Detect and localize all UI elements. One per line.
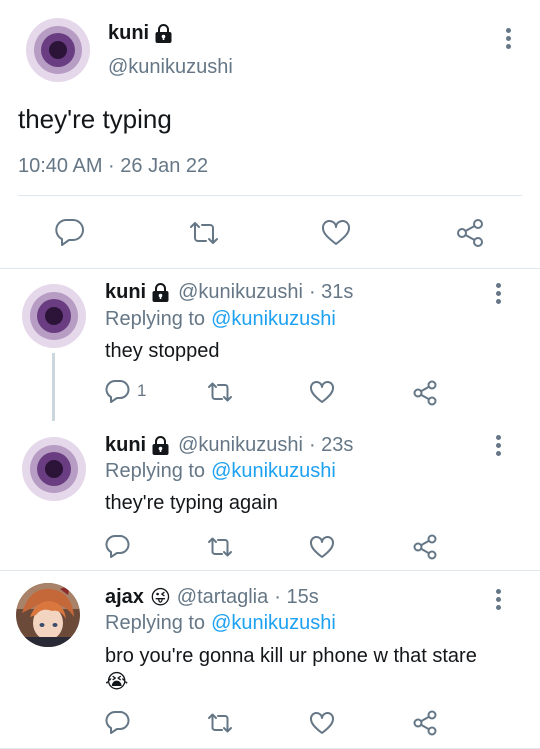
replying-to-label: Replying to bbox=[105, 460, 206, 482]
reply-tweet[interactable]: kuni @kunikuzushi · 23s Replying to @kun… bbox=[0, 421, 540, 570]
share-icon[interactable] bbox=[412, 380, 438, 406]
tweet-text: they're typing bbox=[18, 104, 172, 134]
avatar[interactable] bbox=[26, 18, 90, 82]
main-tweet: kuni @kunikuzushi they're typing 10:40 A… bbox=[0, 0, 540, 268]
reply-tweet[interactable]: kuni @kunikuzushi · 31s Replying to @kun… bbox=[0, 269, 540, 421]
relative-time: · 15s bbox=[274, 586, 319, 608]
reply-icon[interactable] bbox=[105, 534, 131, 558]
replying-to-label: Replying to bbox=[105, 308, 206, 330]
display-name[interactable]: kuni bbox=[105, 434, 146, 457]
tweet-text: bro you're gonna kill ur phone w that st… bbox=[105, 645, 477, 667]
reply-icon[interactable] bbox=[105, 379, 131, 403]
like-icon[interactable] bbox=[309, 380, 335, 404]
retweet-icon[interactable] bbox=[188, 220, 220, 246]
reply-icon[interactable] bbox=[55, 218, 85, 246]
relative-time: · 23s bbox=[308, 434, 354, 456]
relative-time: · 31s bbox=[308, 281, 354, 303]
display-name[interactable]: kuni bbox=[105, 281, 146, 304]
lock-icon bbox=[152, 435, 169, 455]
share-icon[interactable] bbox=[412, 534, 438, 560]
timestamp[interactable]: 10:40 AM · 26 Jan 22 bbox=[18, 155, 208, 178]
handle[interactable]: @kunikuzushi bbox=[178, 281, 303, 304]
reply-count: 1 bbox=[137, 381, 147, 400]
replying-to-label: Replying to bbox=[105, 612, 206, 634]
thread-line bbox=[52, 353, 55, 421]
text-emoji: 😭 bbox=[105, 671, 129, 693]
tweet-text: they stopped bbox=[105, 340, 220, 362]
replying-to-link[interactable]: @kunikuzushi bbox=[211, 612, 336, 635]
lock-icon bbox=[155, 23, 172, 43]
avatar[interactable] bbox=[22, 284, 86, 348]
divider bbox=[18, 195, 522, 196]
handle[interactable]: @kunikuzushi bbox=[178, 434, 303, 457]
retweet-icon[interactable] bbox=[206, 536, 234, 558]
retweet-icon[interactable] bbox=[206, 712, 234, 734]
share-icon[interactable] bbox=[455, 218, 485, 248]
like-icon[interactable] bbox=[309, 711, 335, 735]
replying-to-link[interactable]: @kunikuzushi bbox=[211, 308, 336, 331]
replying-to-link[interactable]: @kunikuzushi bbox=[211, 460, 336, 483]
more-options-icon[interactable] bbox=[506, 28, 512, 52]
more-options-icon[interactable] bbox=[496, 435, 502, 459]
reply-tweet[interactable]: ajax 😜 @tartaglia · 15s Replying to @kun… bbox=[0, 571, 540, 749]
avatar[interactable] bbox=[22, 437, 86, 501]
display-name[interactable]: kuni bbox=[108, 22, 149, 45]
like-icon[interactable] bbox=[321, 219, 351, 247]
handle[interactable]: @tartaglia bbox=[177, 586, 268, 609]
share-icon[interactable] bbox=[412, 710, 438, 736]
like-icon[interactable] bbox=[309, 535, 335, 559]
name-emoji: 😜 bbox=[149, 587, 171, 609]
retweet-icon[interactable] bbox=[206, 381, 234, 403]
lock-icon bbox=[152, 282, 169, 302]
handle[interactable]: @kunikuzushi bbox=[108, 56, 233, 79]
more-options-icon[interactable] bbox=[496, 589, 502, 613]
more-options-icon[interactable] bbox=[496, 283, 502, 307]
reply-icon[interactable] bbox=[105, 710, 131, 734]
tweet-text: they're typing again bbox=[105, 492, 278, 514]
display-name[interactable]: ajax bbox=[105, 586, 144, 609]
avatar[interactable] bbox=[16, 583, 80, 647]
